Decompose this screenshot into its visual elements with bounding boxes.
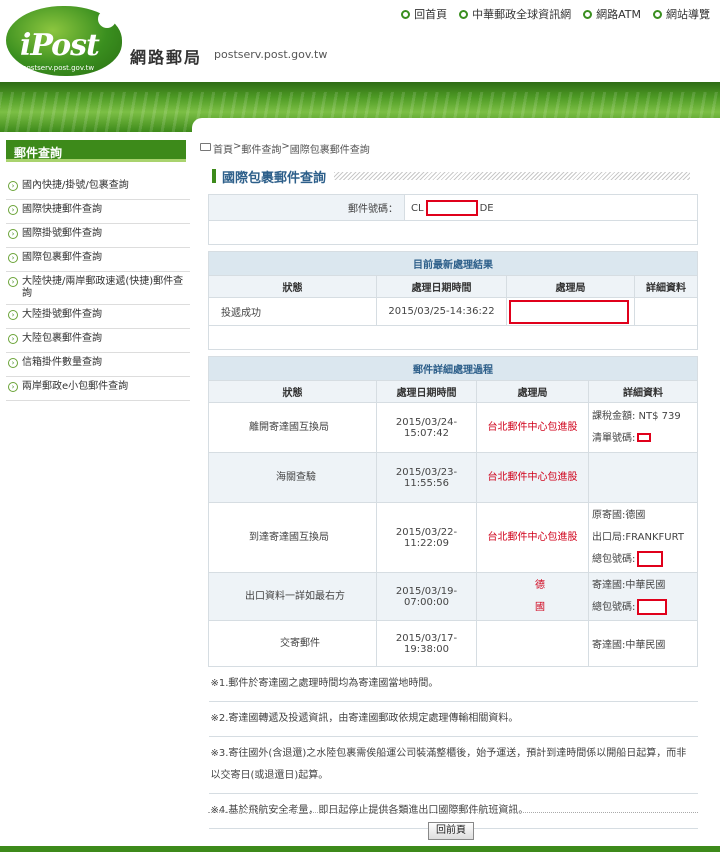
history-heading: 郵件詳細處理過程	[208, 356, 698, 381]
bullet-icon	[583, 9, 593, 19]
col-status: 狀態	[208, 275, 377, 298]
link-home[interactable]: 回首頁	[401, 6, 447, 22]
table-row: 出口資料一詳如最右方 2015/03/19-07:00:00 德國 寄達國:中華…	[208, 572, 698, 621]
table-row: 海關查驗 2015/03/23-11:55:56 台北郵件中心包進股	[208, 452, 698, 503]
redaction-box	[637, 598, 668, 615]
sidebar-item-domestic[interactable]: › 國內快捷/掛號/包裹查詢	[6, 176, 190, 200]
redaction-box	[509, 299, 629, 324]
ipost-logo[interactable]: iPost postserv.post.gov.tw	[6, 6, 122, 76]
page-title-bar: 國際包裹郵件查詢	[212, 166, 690, 186]
folder-icon	[200, 143, 211, 151]
col-office: 處理局	[506, 275, 635, 298]
sidebar-item-china-parcel[interactable]: › 大陸包裹郵件查詢	[6, 329, 190, 353]
breadcrumb-mail-query[interactable]: 郵件查詢	[241, 141, 281, 156]
arrow-icon: ›	[8, 277, 18, 287]
col-datetime: 處理日期時間	[376, 380, 477, 403]
breadcrumb-sep: >	[233, 141, 242, 152]
arrow-icon: ›	[8, 382, 18, 392]
site-domain: postserv.post.gov.tw	[214, 48, 328, 61]
sidebar-item-intl-express[interactable]: › 國際快捷郵件查詢	[6, 200, 190, 224]
site-header: iPost postserv.post.gov.tw 網路郵局 postserv…	[0, 0, 720, 82]
col-status: 狀態	[208, 380, 377, 403]
page-title: 國際包裹郵件查詢	[222, 170, 327, 186]
title-stripe	[334, 172, 690, 180]
main-content: 郵件號碼： CL DE 目前最新處理結果 狀態 處理日期時間 處理局 詳細資料 投…	[208, 194, 698, 829]
tracking-label: 郵件號碼：	[208, 194, 405, 221]
latest-status-table: 目前最新處理結果 狀態 處理日期時間 處理局 詳細資料 投遞成功 2015/03…	[208, 251, 698, 326]
sidebar-item-china-express[interactable]: › 大陸快捷/兩岸郵政速遞(快捷)郵件查詢	[6, 272, 190, 305]
col-detail: 詳細資料	[634, 275, 698, 298]
redaction-box	[637, 433, 652, 442]
sidebar-item-intl-parcel[interactable]: › 國際包裹郵件查詢	[6, 248, 190, 272]
bullet-icon	[401, 9, 411, 19]
breadcrumb: 首頁 > 郵件查詢 > 國際包裹郵件查詢	[200, 141, 370, 156]
latest-status: 投遞成功	[208, 297, 377, 326]
latest-heading: 目前最新處理結果	[208, 251, 698, 276]
bullet-icon	[653, 9, 662, 19]
sidebar-item-e-packet[interactable]: › 兩岸郵政e小包郵件查詢	[6, 377, 190, 401]
table-row: 到達寄達國互換局 2015/03/22-11:22:09 台北郵件中心包進股 原…	[208, 502, 698, 573]
arrow-icon: ›	[8, 181, 18, 191]
spacer	[208, 221, 698, 245]
col-office: 處理局	[476, 380, 589, 403]
top-links: 回首頁 中華郵政全球資訊網 網路ATM 網站導覽	[401, 6, 710, 22]
table-row: 交寄郵件 2015/03/17-19:38:00 寄達國:中華民國	[208, 620, 698, 667]
col-datetime: 處理日期時間	[376, 275, 507, 298]
breadcrumb-sep: >	[281, 141, 290, 152]
site-title: 網路郵局	[130, 48, 203, 67]
latest-detail	[634, 297, 698, 326]
person-icon	[98, 10, 116, 28]
logo-subtext: postserv.post.gov.tw	[22, 64, 95, 72]
table-row: 離開寄達國互換局 2015/03/24-15:07:42 台北郵件中心包進股 課…	[208, 402, 698, 453]
footer-bar	[0, 846, 720, 852]
link-sitemap[interactable]: 網站導覽	[653, 6, 710, 22]
sidebar-item-china-registered[interactable]: › 大陸掛號郵件查詢	[6, 305, 190, 329]
arrow-icon: ›	[8, 205, 18, 215]
sidebar-item-intl-registered[interactable]: › 國際掛號郵件查詢	[6, 224, 190, 248]
arrow-icon: ›	[8, 334, 18, 344]
history-table: 郵件詳細處理過程 狀態 處理日期時間 處理局 詳細資料 離開寄達國互換局 201…	[208, 356, 698, 829]
link-chunghwa-post[interactable]: 中華郵政全球資訊網	[459, 6, 571, 22]
latest-datetime: 2015/03/25-14:36:22	[376, 297, 507, 326]
tracking-number: CL DE	[404, 194, 698, 221]
arrow-icon: ›	[8, 310, 18, 320]
bullet-icon	[459, 9, 469, 19]
redaction-box	[425, 199, 478, 216]
sidebar-heading: 郵件查詢	[6, 140, 186, 162]
arrow-icon: ›	[8, 253, 18, 263]
breadcrumb-current: 國際包裹郵件查詢	[289, 145, 370, 156]
redaction-box	[637, 550, 664, 567]
note-row: ※3.寄往國外(含退還)之水陸包裹需俟船運公司裝滿整櫃後，始予運送，預計到達時間…	[208, 736, 698, 794]
divider	[208, 812, 698, 813]
link-atm[interactable]: 網路ATM	[583, 6, 641, 22]
arrow-icon: ›	[8, 358, 18, 368]
sidebar-item-mailbox-count[interactable]: › 信箱掛件數量查詢	[6, 353, 190, 377]
arrow-icon: ›	[8, 229, 18, 239]
breadcrumb-home[interactable]: 首頁	[213, 141, 233, 156]
note-row: ※2.寄達國轉遞及投遞資訊，由寄達國郵政依規定處理傳輸相關資料。	[208, 701, 698, 737]
latest-office	[506, 297, 635, 326]
col-detail: 詳細資料	[588, 380, 698, 403]
sidebar: 郵件查詢 › 國內快捷/掛號/包裹查詢 › 國際快捷郵件查詢 › 國際掛號郵件查詢 ›…	[0, 132, 190, 852]
back-button[interactable]: 回前頁	[428, 822, 474, 840]
tracking-number-table: 郵件號碼： CL DE	[208, 194, 698, 221]
logo-text: iPost	[20, 28, 100, 63]
spacer	[208, 326, 698, 350]
title-marker	[212, 169, 216, 183]
sidebar-menu: › 國內快捷/掛號/包裹查詢 › 國際快捷郵件查詢 › 國際掛號郵件查詢 › 國際包裹郵…	[6, 176, 190, 401]
note-row: ※1.郵件於寄達國之處理時間均為寄達國當地時間。	[208, 666, 698, 702]
